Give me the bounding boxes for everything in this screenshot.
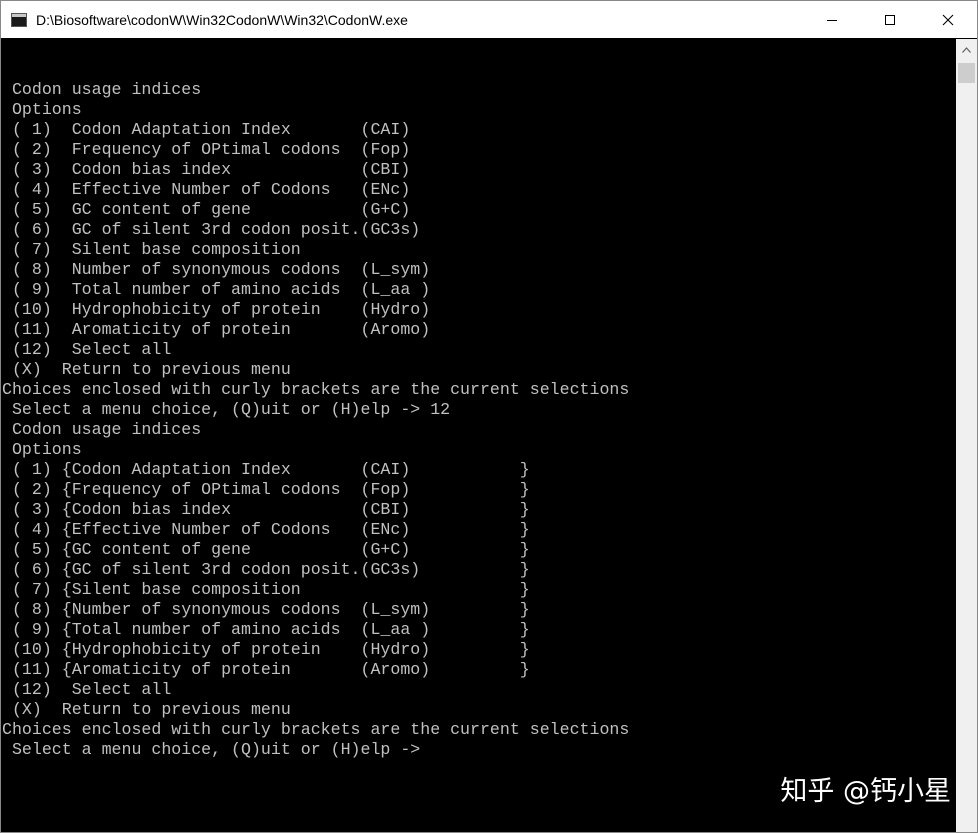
title-bar[interactable]: D:\Biosoftware\codonW\Win32CodonW\Win32\… — [1, 1, 977, 38]
close-icon — [942, 14, 954, 25]
console-line: ( 6) GC of silent 3rd codon posit.(GC3s) — [2, 220, 421, 239]
minimize-button[interactable] — [803, 1, 861, 38]
console-line: Select a menu choice, (Q)uit or (H)elp -… — [2, 400, 451, 419]
console-line: ( 5) {GC content of gene (G+C) } — [2, 540, 530, 559]
console-line: ( 4) Effective Number of Codons (ENc) — [2, 180, 411, 199]
console-line: (11) {Aromaticity of protein (Aromo) } — [2, 660, 530, 679]
console-line: ( 7) {Silent base composition } — [2, 580, 530, 599]
console-line: Choices enclosed with curly brackets are… — [2, 720, 630, 739]
window-controls — [803, 1, 977, 38]
chevron-up-icon — [962, 46, 971, 53]
maximize-icon — [885, 14, 895, 25]
window-title: D:\Biosoftware\codonW\Win32CodonW\Win32\… — [36, 11, 408, 28]
console-line: Choices enclosed with curly brackets are… — [2, 380, 630, 399]
scroll-thumb[interactable] — [958, 63, 975, 83]
console-line: ( 1) Codon Adaptation Index (CAI) — [2, 120, 411, 139]
console-line: ( 3) Codon bias index (CBI) — [2, 160, 411, 179]
console-line: Options — [2, 100, 82, 119]
console-line: ( 4) {Effective Number of Codons (ENc) } — [2, 520, 530, 539]
console-line: ( 2) Frequency of OPtimal codons (Fop) — [2, 140, 411, 159]
console-line: ( 7) Silent base composition — [2, 240, 301, 259]
console-line: ( 9) Total number of amino acids (L_aa ) — [2, 280, 431, 299]
console-line: Codon usage indices — [2, 420, 202, 439]
console-line: (12) Select all — [2, 680, 172, 699]
console-line: ( 8) {Number of synonymous codons (L_sym… — [2, 600, 530, 619]
console-line: (11) Aromaticity of protein (Aromo) — [2, 320, 431, 339]
console-line: ( 9) {Total number of amino acids (L_aa … — [2, 620, 530, 639]
console-line: ( 1) {Codon Adaptation Index (CAI) } — [2, 460, 530, 479]
minimize-icon — [827, 19, 837, 21]
console-line: ( 3) {Codon bias index (CBI) } — [2, 500, 530, 519]
console-line: ( 8) Number of synonymous codons (L_sym) — [2, 260, 431, 279]
watermark-text: 知乎 @钙小星 — [780, 776, 951, 807]
console-text: Codon usage indices Options ( 1) Codon A… — [2, 80, 629, 760]
console-line: (10) {Hydrophobicity of protein (Hydro) … — [2, 640, 530, 659]
scroll-up-button[interactable] — [956, 39, 977, 60]
console-line: Options — [2, 440, 82, 459]
maximize-button[interactable] — [861, 1, 919, 38]
vertical-scrollbar[interactable] — [956, 39, 977, 832]
console-output[interactable]: Codon usage indices Options ( 1) Codon A… — [1, 39, 956, 832]
console-line: (X) Return to previous menu — [2, 700, 291, 719]
console-line: Codon usage indices — [2, 80, 202, 99]
console-window: D:\Biosoftware\codonW\Win32CodonW\Win32\… — [0, 0, 978, 833]
console-line: ( 5) GC content of gene (G+C) — [2, 200, 411, 219]
console-line: Select a menu choice, (Q)uit or (H)elp -… — [2, 740, 421, 759]
console-app-icon — [11, 12, 27, 27]
console-line: (10) Hydrophobicity of protein (Hydro) — [2, 300, 431, 319]
console-line: ( 2) {Frequency of OPtimal codons (Fop) … — [2, 480, 530, 499]
console-line: ( 6) {GC of silent 3rd codon posit.(GC3s… — [2, 560, 530, 579]
console-line: (12) Select all — [2, 340, 172, 359]
console-line: (X) Return to previous menu — [2, 360, 291, 379]
close-button[interactable] — [919, 1, 977, 38]
